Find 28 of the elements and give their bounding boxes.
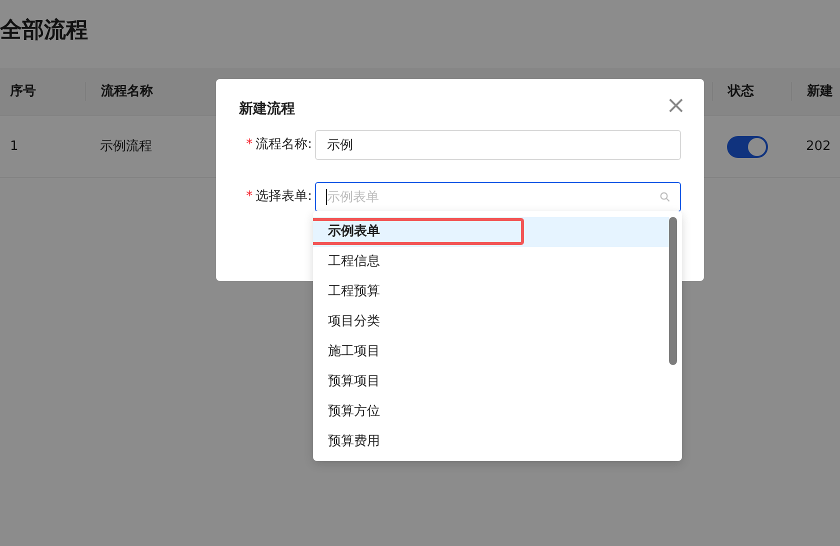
dropdown-option[interactable]: 预算项目 [313,367,669,397]
search-icon [660,192,670,202]
dropdown-option[interactable]: 施工项目 [313,337,669,367]
table-cell: 202 [806,138,831,154]
page-title: 全部流程 [0,16,89,45]
dropdown-option[interactable]: 工程预算 [313,277,669,307]
status-toggle[interactable] [727,136,768,158]
text-cursor [326,189,327,205]
column-header: 新建 [807,84,833,99]
dropdown-option[interactable]: 项目分类 [313,307,669,337]
table-cell: 示例流程 [100,138,152,154]
dropdown-option[interactable]: 预算费用 [313,427,669,457]
required-mark: * [246,137,253,152]
select-field[interactable]: 示例表单 [315,182,681,212]
input-field[interactable]: 示例 [315,130,681,160]
field-label: 流程名称: [256,137,312,152]
close-button[interactable]: × [666,93,686,117]
required-mark: * [246,189,253,204]
field-label: 选择表单: [256,189,312,204]
column-header: 状态 [728,84,754,99]
dropdown-option[interactable]: 预算方位 [313,397,669,427]
dropdown-option[interactable]: 工程信息 [313,247,669,277]
dropdown-option[interactable]: 示例表单 [313,217,669,247]
column-header: 序号 [10,84,36,99]
column-header: 流程名称 [101,84,153,99]
table-cell: 1 [10,138,18,154]
dialog-title: 新建流程 [239,100,295,119]
scrollbar[interactable] [669,217,677,365]
